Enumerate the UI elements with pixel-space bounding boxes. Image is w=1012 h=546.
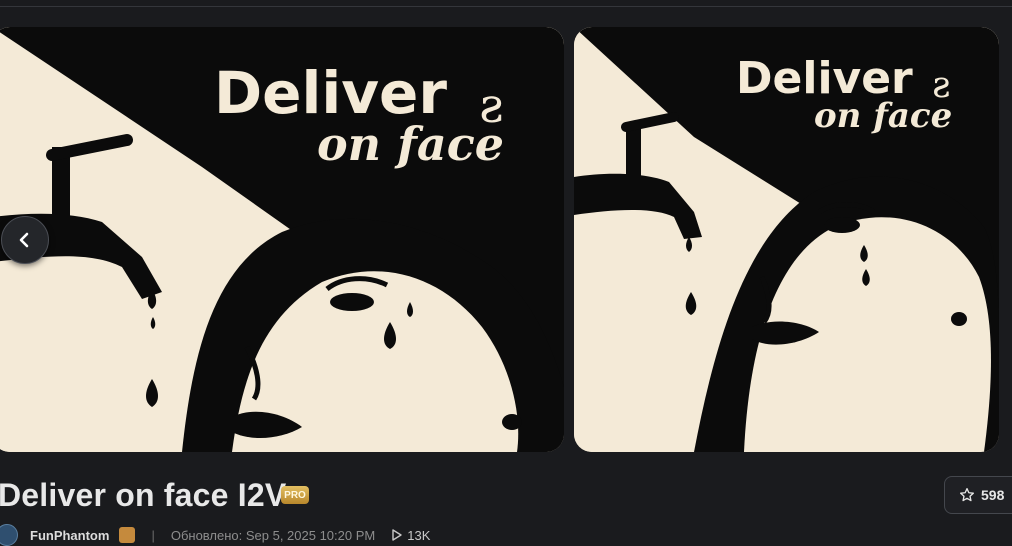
star-button[interactable]: 598	[944, 476, 1012, 514]
star-count: 598	[981, 487, 1005, 503]
views-count: 13K	[391, 528, 430, 543]
artwork-illustration: Deliver on face ꙅ	[574, 27, 999, 452]
play-icon	[392, 529, 402, 541]
top-divider	[0, 6, 1012, 7]
views-value: 13K	[407, 527, 431, 543]
star-icon	[960, 488, 974, 502]
author-link[interactable]: FunPhantom	[30, 528, 109, 543]
chevron-left-icon	[19, 232, 29, 248]
artwork-glyph: ꙅ	[932, 65, 950, 106]
artwork-illustration: Deliver on face ꙅ	[0, 27, 564, 452]
updated-date: Обновлено: Sep 5, 2025 10:20 PM	[170, 527, 376, 543]
model-title: Deliver on face I2V	[0, 477, 287, 513]
model-meta-row: FunPhantom | Обновлено: Sep 5, 2025 10:2…	[0, 524, 430, 546]
avatar[interactable]	[0, 524, 18, 546]
meta-separator: |	[151, 527, 155, 543]
artwork-glyph: ꙅ	[479, 78, 504, 134]
pro-badge: PRO	[281, 486, 309, 504]
gallery-image-2[interactable]: Deliver on face ꙅ	[574, 27, 999, 452]
user-badge-icon	[119, 527, 136, 543]
artwork-title-line2: on face	[317, 117, 504, 171]
carousel-prev-button[interactable]	[1, 216, 49, 264]
gallery-image-1[interactable]: Deliver on face ꙅ	[0, 27, 564, 452]
